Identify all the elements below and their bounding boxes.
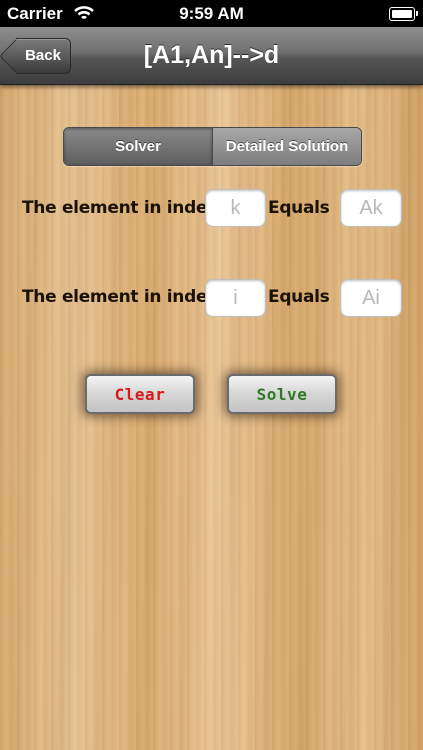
tab-solver[interactable]: Solver: [64, 128, 212, 165]
app-screen: Carrier 9:59 AM Back [A1,An]-->d Solver …: [0, 0, 423, 750]
solve-button-label: Solve: [256, 384, 308, 404]
tab-detailed-solution[interactable]: Detailed Solution: [212, 128, 361, 165]
page-title: [A1,An]-->d: [143, 41, 280, 69]
row1-index-placeholder: k: [230, 196, 241, 219]
row2-index-input[interactable]: i: [205, 279, 266, 317]
mode-segmented-control: Solver Detailed Solution: [63, 127, 362, 166]
row1-equals-label: Equals: [268, 198, 330, 218]
status-bar: Carrier 9:59 AM: [0, 0, 423, 27]
row2-index-placeholder: i: [233, 286, 238, 309]
tab-solver-label: Solver: [115, 138, 161, 155]
row2-value-input[interactable]: Ai: [340, 279, 402, 317]
row1-index-input[interactable]: k: [205, 189, 266, 227]
battery-icon: [389, 7, 418, 21]
clock: 9:59 AM: [179, 4, 244, 23]
row2-value-placeholder: Ai: [362, 286, 380, 309]
row2-equals-label: Equals: [268, 287, 330, 307]
solve-button[interactable]: Solve: [229, 376, 335, 412]
row2-index-label: The element in index: [22, 287, 218, 307]
row1-index-label: The element in index: [22, 198, 218, 218]
clear-button-label: Clear: [114, 384, 166, 404]
tab-detailed-solution-label: Detailed Solution: [225, 138, 349, 155]
navigation-bar: Back [A1,An]-->d: [0, 27, 423, 85]
row1-value-input[interactable]: Ak: [340, 189, 402, 227]
clear-button[interactable]: Clear: [87, 376, 193, 412]
row1-value-placeholder: Ak: [359, 196, 383, 219]
